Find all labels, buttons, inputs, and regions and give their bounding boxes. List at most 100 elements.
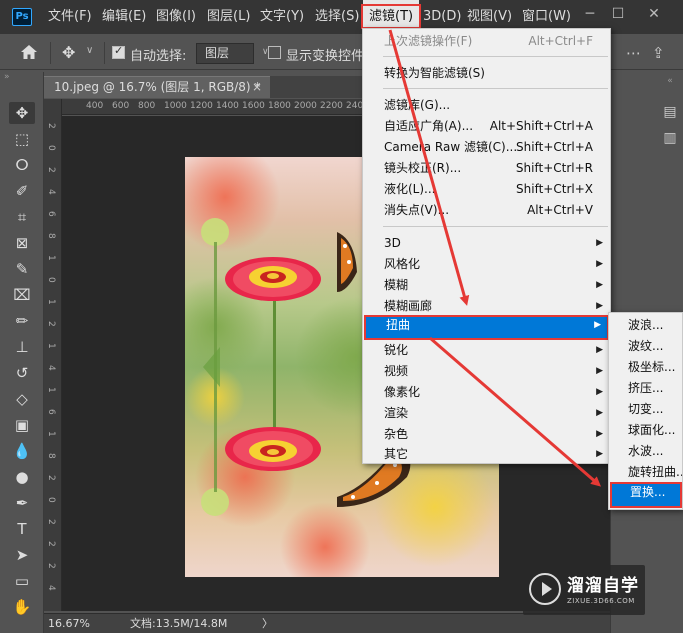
eraser-tool-icon[interactable]: ◇ [9, 388, 35, 410]
marquee-tool-icon[interactable]: ⬚ [9, 128, 35, 150]
layer-select-dropdown[interactable]: 图层 [196, 43, 254, 64]
ruler-tick: 1600 [242, 101, 265, 111]
menu-layer[interactable]: 图层(L) [207, 0, 250, 34]
eyedropper-tool-icon[interactable]: ✎ [9, 258, 35, 280]
menu-item-label: 镜头校正(R)... [384, 161, 462, 175]
submenu-item-zigzag[interactable]: 水波... [610, 441, 682, 462]
menu-item-label: 转换为智能滤镜(S) [384, 66, 485, 80]
watermark-title: 溜溜自学 [567, 576, 639, 596]
submenu-arrow-icon: ▶ [596, 280, 603, 290]
menu-item-lens-correction[interactable]: 镜头校正(R)... Shift+Ctrl+R [364, 158, 609, 179]
menu-item-sharpen[interactable]: 锐化 ▶ [364, 340, 609, 361]
blur-tool-icon[interactable]: 💧 [9, 440, 35, 462]
submenu-item-polar-coordinates[interactable]: 极坐标... [610, 357, 682, 378]
status-bar: 16.67% 文档:13.5M/14.8M 〉 [44, 613, 610, 633]
submenu-item-spherize[interactable]: 球面化... [610, 420, 682, 441]
menu-image[interactable]: 图像(I) [156, 0, 196, 34]
quick-select-tool-icon[interactable]: ✐ [9, 180, 35, 202]
collapse-icon[interactable]: « [661, 76, 679, 94]
submenu-arrow-icon: ▶ [596, 238, 603, 248]
gradient-tool-icon[interactable]: ▣ [9, 414, 35, 436]
menu-item-adaptive-wide-angle[interactable]: 自适应广角(A)... Alt+Shift+Ctrl+A [364, 116, 609, 137]
menu-item-other[interactable]: 其它 ▶ [364, 445, 609, 463]
more-options-icon[interactable]: ⋯ [626, 44, 641, 62]
show-transform-checkbox[interactable] [268, 46, 281, 59]
ruler-tick: 4 [46, 189, 56, 195]
menu-item-convert-smart-filter[interactable]: 转换为智能滤镜(S) [364, 63, 609, 84]
status-more-icon[interactable]: 〉 [262, 614, 273, 633]
document-tab-title: 10.jpeg @ 16.7% (图层 1, RGB/8) * [54, 80, 261, 94]
zoom-level[interactable]: 16.67% [48, 614, 90, 633]
dodge-tool-icon[interactable]: ● [9, 466, 35, 488]
home-icon[interactable] [20, 44, 38, 60]
submenu-item-twirl[interactable]: 旋转扭曲... [610, 462, 682, 483]
menu-item-pixelate[interactable]: 像素化 ▶ [364, 382, 609, 403]
minimize-icon[interactable]: ─ [582, 6, 598, 22]
menu-item-blur-gallery[interactable]: 模糊画廊 ▶ [364, 296, 609, 317]
pen-tool-icon[interactable]: ✒ [9, 492, 35, 514]
menu-item-label: 像素化 [384, 385, 421, 399]
auto-select-checkbox[interactable] [112, 44, 125, 59]
hand-tool-icon[interactable]: ✋ [9, 596, 35, 618]
submenu-item-shear[interactable]: 切变... [610, 399, 682, 420]
submenu-item-wave[interactable]: 波浪... [610, 315, 682, 336]
menu-separator [383, 226, 608, 227]
lasso-tool-icon[interactable]: ⵔ [9, 154, 35, 176]
menu-item-liquify[interactable]: 液化(L)... Shift+Ctrl+X [364, 179, 609, 200]
menu-item-last-filter[interactable]: 上次滤镜操作(F) Alt+Ctrl+F [364, 31, 609, 52]
submenu-arrow-icon: ▶ [596, 259, 603, 269]
menu-item-vanishing-point[interactable]: 消失点(V)... Alt+Ctrl+V [364, 200, 609, 221]
history-panel-icon[interactable]: ▤ [661, 104, 679, 122]
menu-item-video[interactable]: 视频 ▶ [364, 361, 609, 382]
type-tool-icon[interactable]: T [9, 518, 35, 540]
menu-item-render[interactable]: 渲染 ▶ [364, 403, 609, 424]
close-icon[interactable]: × [252, 77, 262, 97]
menu-item-camera-raw[interactable]: Camera Raw 滤镜(C)... Shift+Ctrl+A [364, 137, 609, 158]
vertical-ruler[interactable]: 2 0 2 4 6 8 1 0 1 2 1 4 1 6 1 8 2 0 2 2 … [44, 99, 62, 611]
crop-tool-icon[interactable]: ⌗ [9, 206, 35, 228]
submenu-item-ripple[interactable]: 波纹... [610, 336, 682, 357]
menu-file[interactable]: 文件(F) [48, 0, 92, 34]
menu-item-shortcut: Shift+Ctrl+A [516, 140, 593, 154]
menu-type[interactable]: 文字(Y) [260, 0, 304, 34]
ruler-tick: 2 [46, 475, 56, 481]
ruler-tick: 400 [86, 101, 104, 111]
menu-item-3d[interactable]: 3D ▶ [364, 233, 609, 254]
move-tool-icon[interactable]: ✥ [62, 43, 75, 62]
menu-item-stylize[interactable]: 风格化 ▶ [364, 254, 609, 275]
stamp-tool-icon[interactable]: ⊥ [9, 336, 35, 358]
menu-separator [383, 56, 608, 57]
filter-menu: 上次滤镜操作(F) Alt+Ctrl+F 转换为智能滤镜(S) 滤镜库(G)...… [362, 28, 611, 464]
properties-panel-icon[interactable]: ▥ [661, 130, 679, 148]
menu-item-blur[interactable]: 模糊 ▶ [364, 275, 609, 296]
chevron-down-icon[interactable]: ∨ [86, 45, 93, 56]
healing-brush-tool-icon[interactable]: ⌧ [9, 284, 35, 306]
menu-item-noise[interactable]: 杂色 ▶ [364, 424, 609, 445]
ruler-tick: 8 [46, 453, 56, 459]
document-tab[interactable]: 10.jpeg @ 16.7% (图层 1, RGB/8) * × [44, 76, 270, 98]
collapse-icon[interactable]: » [4, 72, 40, 84]
submenu-item-displace[interactable]: 置换... [610, 482, 682, 508]
menu-select[interactable]: 选择(S) [315, 0, 359, 34]
ruler-tick: 1 [46, 343, 56, 349]
menu-item-filter-gallery[interactable]: 滤镜库(G)... [364, 95, 609, 116]
frame-tool-icon[interactable]: ⊠ [9, 232, 35, 254]
path-select-tool-icon[interactable]: ➤ [9, 544, 35, 566]
move-tool-icon[interactable]: ✥ [9, 102, 35, 124]
menu-item-shortcut: Alt+Ctrl+V [527, 203, 593, 217]
share-icon[interactable]: ⇪ [652, 44, 665, 62]
ruler-tick: 6 [46, 409, 56, 415]
maximize-icon[interactable]: ☐ [610, 6, 626, 22]
menu-separator [383, 88, 608, 89]
submenu-arrow-icon: ▶ [596, 408, 603, 418]
submenu-arrow-icon: ▶ [596, 449, 603, 459]
history-brush-tool-icon[interactable]: ↺ [9, 362, 35, 384]
brush-tool-icon[interactable]: ✏ [9, 310, 35, 332]
ruler-tick: 4 [46, 365, 56, 371]
menu-edit[interactable]: 编辑(E) [102, 0, 146, 34]
rectangle-tool-icon[interactable]: ▭ [9, 570, 35, 592]
submenu-item-pinch[interactable]: 挤压... [610, 378, 682, 399]
close-icon[interactable]: ✕ [646, 6, 662, 22]
menu-item-distort[interactable]: 扭曲 ▶ [364, 315, 609, 340]
ruler-tick: 0 [46, 145, 56, 151]
